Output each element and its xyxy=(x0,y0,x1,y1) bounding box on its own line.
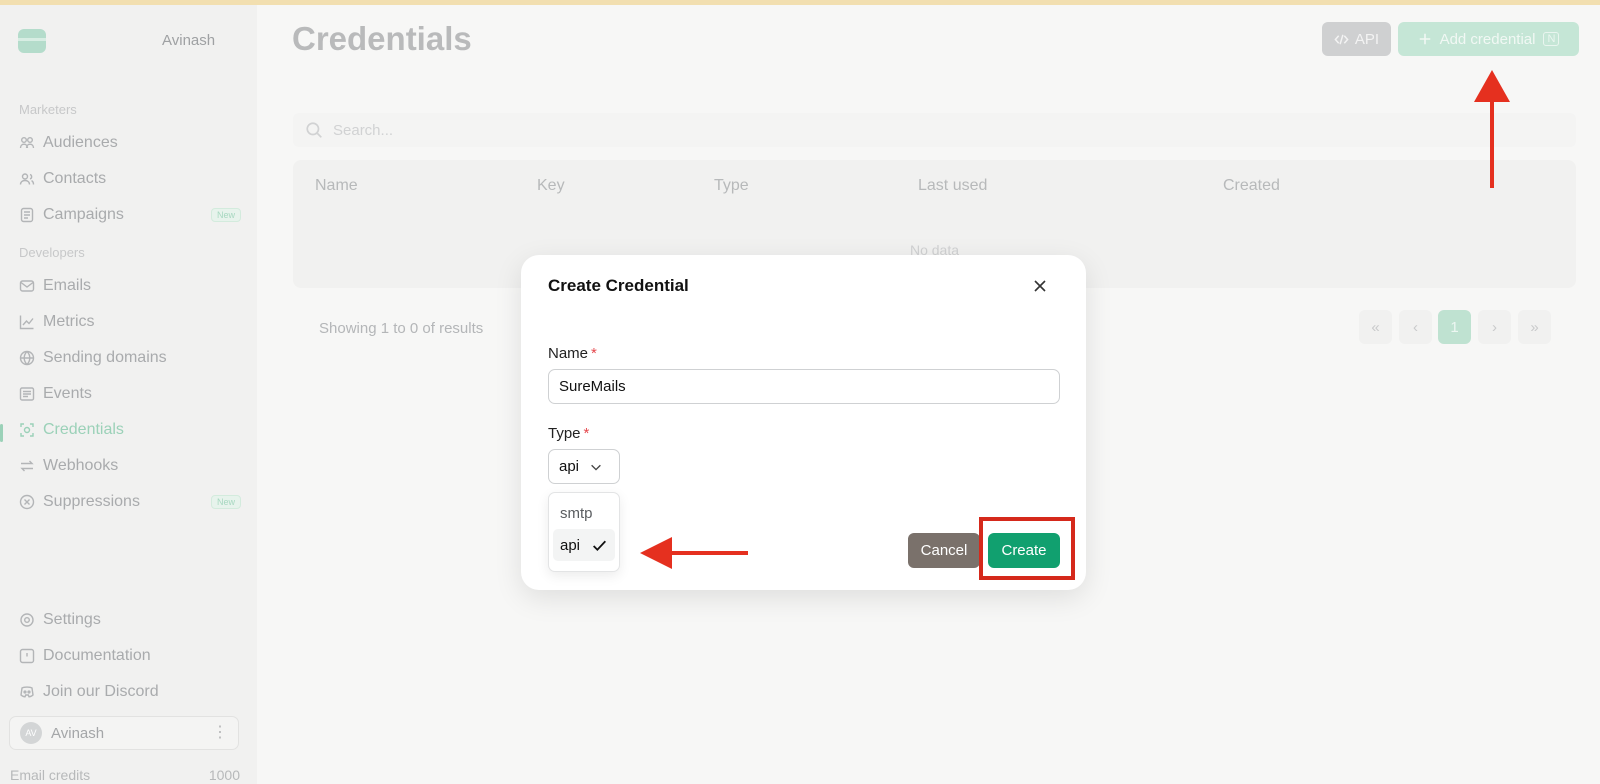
search-icon xyxy=(306,122,322,138)
globe-icon xyxy=(19,350,35,366)
sidebar-item-label: Credentials xyxy=(43,421,124,438)
type-option-smtp[interactable]: smtp xyxy=(553,497,615,529)
prev-page-button[interactable]: ‹ xyxy=(1399,310,1432,344)
code-icon xyxy=(1334,34,1349,44)
sidebar-item-campaigns[interactable]: Campaigns New xyxy=(19,203,241,227)
mail-icon xyxy=(19,280,35,292)
next-page-button[interactable]: › xyxy=(1478,310,1511,344)
cancel-button[interactable]: Cancel xyxy=(908,533,980,568)
option-label: smtp xyxy=(560,504,593,522)
sidebar-item-label: Join our Discord xyxy=(43,683,159,700)
section-marketers: Marketers xyxy=(19,102,77,117)
page-number[interactable]: 1 xyxy=(1438,310,1471,344)
type-dropdown-menu: smtp api xyxy=(548,492,620,572)
sidebar-item-sending-domains[interactable]: Sending domains xyxy=(19,346,241,370)
sidebar-item-documentation[interactable]: Documentation xyxy=(19,644,241,668)
search-bar[interactable]: Search... xyxy=(293,113,1576,147)
add-credential-button[interactable]: Add credential N xyxy=(1398,22,1579,56)
contacts-icon xyxy=(19,173,35,185)
annotation-arrow-left xyxy=(640,537,748,569)
sidebar-item-audiences[interactable]: Audiences xyxy=(19,131,241,155)
sidebar-item-suppressions[interactable]: Suppressions New xyxy=(19,490,241,514)
column-header-key[interactable]: Key xyxy=(537,177,565,195)
chevron-down-icon xyxy=(591,464,601,471)
type-select[interactable]: api xyxy=(548,449,620,484)
close-icon[interactable] xyxy=(1031,277,1049,295)
active-indicator xyxy=(0,424,3,442)
sidebar-item-credentials[interactable]: Credentials xyxy=(19,418,241,442)
type-label-text: Type xyxy=(548,425,581,442)
annotation-highlight-box xyxy=(979,517,1075,580)
sidebar-item-label: Campaigns xyxy=(43,206,124,223)
api-button-label: API xyxy=(1354,30,1380,48)
credits-label: Email credits xyxy=(10,767,91,783)
events-icon xyxy=(19,387,35,401)
app-logo[interactable] xyxy=(18,29,46,53)
sidebar-item-label: Webhooks xyxy=(43,457,119,474)
block-icon xyxy=(19,494,35,510)
sidebar: Avinash Marketers Audiences Contacts Cam… xyxy=(0,5,257,784)
sidebar-item-discord[interactable]: Join our Discord xyxy=(19,680,241,704)
new-badge: New xyxy=(210,495,241,509)
sidebar-item-label: Audiences xyxy=(43,134,118,151)
sidebar-item-label: Documentation xyxy=(43,647,151,664)
key-icon xyxy=(20,423,34,437)
type-select-value: api xyxy=(559,458,580,475)
type-label: Type * xyxy=(548,425,589,442)
required-mark: * xyxy=(591,345,597,362)
name-field[interactable] xyxy=(548,369,1060,404)
sidebar-item-webhooks[interactable]: Webhooks xyxy=(19,454,241,478)
sidebar-item-metrics[interactable]: Metrics xyxy=(19,310,241,334)
api-button[interactable]: API xyxy=(1322,22,1391,56)
more-vertical-icon[interactable]: ⋮ xyxy=(212,725,228,741)
first-page-button[interactable]: « xyxy=(1359,310,1392,344)
avatar: AV xyxy=(20,722,42,744)
name-label: Name * xyxy=(548,345,597,362)
credits-value: 1000 xyxy=(208,767,240,783)
option-label: api xyxy=(560,536,581,554)
docs-icon xyxy=(19,648,35,664)
sidebar-item-label: Metrics xyxy=(43,313,95,330)
sidebar-item-label: Contacts xyxy=(43,170,107,187)
plus-icon xyxy=(1419,33,1430,45)
type-option-api[interactable]: api xyxy=(553,529,615,561)
sidebar-item-settings[interactable]: Settings xyxy=(19,608,241,632)
sidebar-item-label: Sending domains xyxy=(43,349,167,366)
sidebar-item-label: Events xyxy=(43,385,92,402)
column-header-last-used[interactable]: Last used xyxy=(918,177,987,195)
sidebar-item-events[interactable]: Events xyxy=(19,382,241,406)
user-menu[interactable]: AV Avinash ⋮ xyxy=(9,716,239,750)
gear-icon xyxy=(20,613,34,627)
webhook-icon xyxy=(20,460,34,472)
last-page-button[interactable]: » xyxy=(1518,310,1551,344)
pagination-summary: Showing 1 to 0 of results xyxy=(319,320,484,337)
user-name: Avinash xyxy=(51,724,105,742)
column-header-name[interactable]: Name xyxy=(315,177,358,195)
workspace-name[interactable]: Avinash xyxy=(162,32,215,49)
email-credits: Email credits 1000 xyxy=(10,767,240,783)
discord-icon xyxy=(20,686,34,698)
required-mark: * xyxy=(583,425,590,442)
column-header-type[interactable]: Type xyxy=(714,177,749,195)
chart-icon xyxy=(19,315,34,330)
dialog-title: Create Credential xyxy=(548,276,689,295)
sidebar-item-label: Emails xyxy=(43,277,92,294)
sidebar-item-label: Suppressions xyxy=(43,493,140,510)
section-developers: Developers xyxy=(19,245,85,260)
campaigns-icon xyxy=(20,207,34,223)
sidebar-item-emails[interactable]: Emails xyxy=(19,274,241,298)
new-badge: New xyxy=(210,208,241,222)
sidebar-item-label: Settings xyxy=(43,611,101,628)
page-title: Credentials xyxy=(292,20,472,57)
name-label-text: Name xyxy=(548,345,589,362)
checkmark-icon xyxy=(593,540,607,551)
audiences-icon xyxy=(19,137,35,149)
sidebar-item-contacts[interactable]: Contacts xyxy=(19,167,241,191)
search-input[interactable]: Search... xyxy=(333,122,393,139)
keyboard-shortcut: N xyxy=(1543,32,1560,46)
add-credential-label: Add credential xyxy=(1439,30,1536,48)
column-header-created[interactable]: Created xyxy=(1223,177,1280,195)
annotation-arrow-up xyxy=(1474,70,1510,188)
